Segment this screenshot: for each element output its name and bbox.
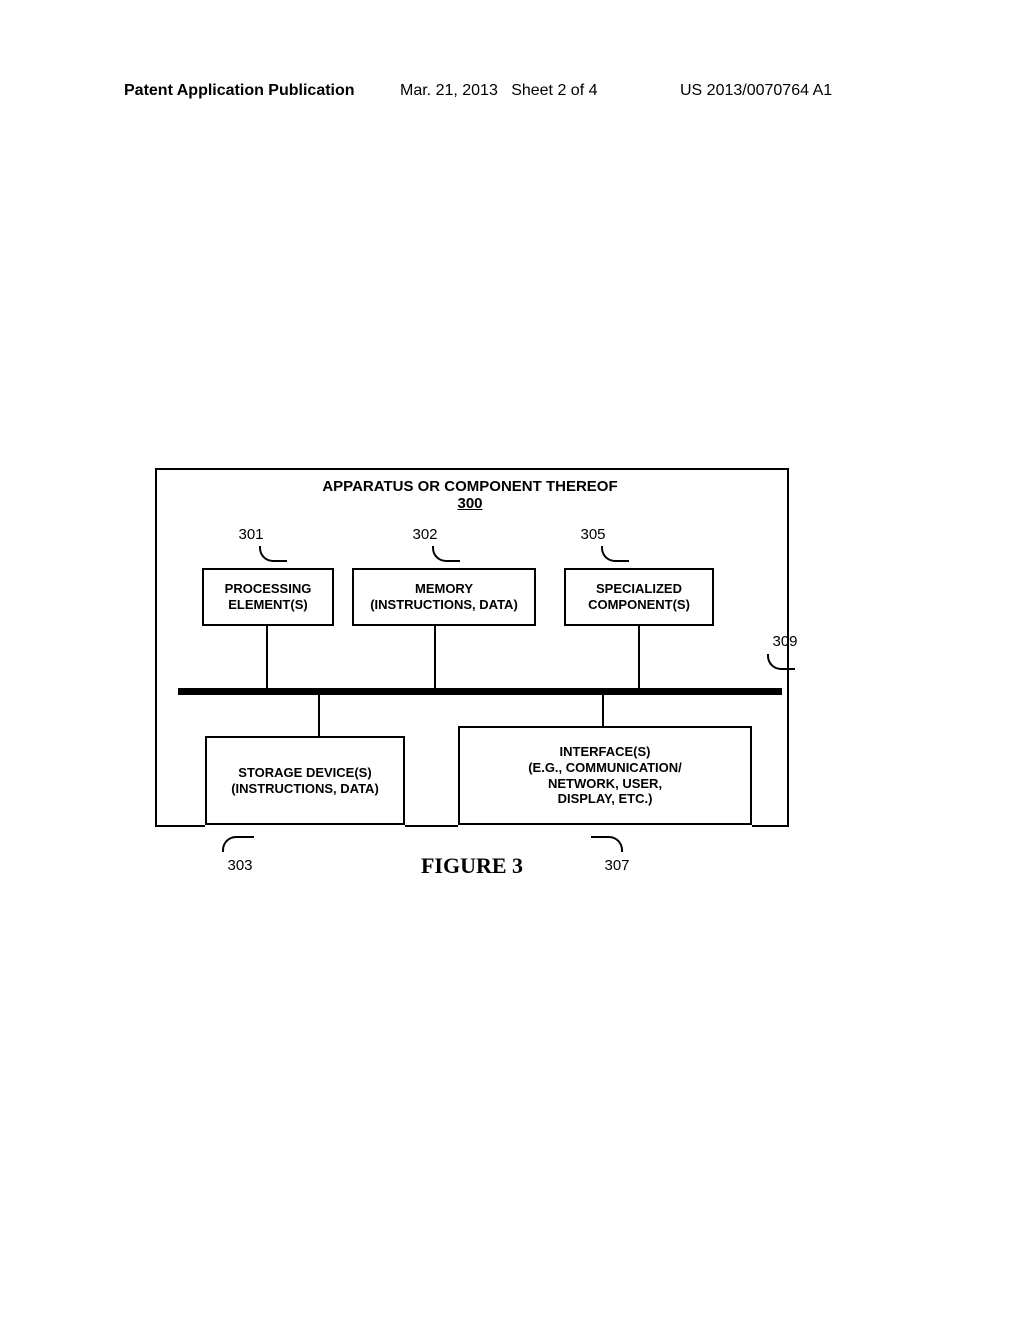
block-label: (INSTRUCTIONS, DATA) (231, 781, 379, 797)
block-label: MEMORY (415, 581, 473, 597)
block-label: COMPONENT(S) (588, 597, 690, 613)
connector-line (602, 695, 604, 726)
apparatus-title-ref: 300 (155, 495, 785, 512)
patent-figure-page: Patent Application Publication Mar. 21, … (0, 0, 1024, 1320)
block-label: (INSTRUCTIONS, DATA) (370, 597, 518, 613)
apparatus-frame-bottom-segment (405, 825, 458, 827)
block-label: INTERFACE(S) (560, 744, 651, 760)
ref-label-303: 303 (215, 857, 265, 874)
block-specialized-components: SPECIALIZED COMPONENT(S) (564, 568, 714, 626)
connector-line (434, 626, 436, 688)
ref-label-307: 307 (592, 857, 642, 874)
header-publication-type: Patent Application Publication (124, 82, 355, 100)
connector-line (266, 626, 268, 688)
apparatus-frame-bottom-segment (155, 825, 205, 827)
leader-hook-icon (222, 836, 254, 852)
block-memory: MEMORY (INSTRUCTIONS, DATA) (352, 568, 536, 626)
header-docnum: US 2013/0070764 A1 (680, 82, 832, 100)
block-label: (E.G., COMMUNICATION/ (528, 760, 682, 776)
header-date-sheet: Mar. 21, 2013 Sheet 2 of 4 (400, 82, 597, 100)
connector-line (318, 695, 320, 736)
header-sheet: Sheet 2 of 4 (511, 82, 597, 99)
ref-label-305: 305 (568, 526, 618, 543)
system-bus-line (178, 688, 782, 695)
apparatus-title: APPARATUS OR COMPONENT THEREOF (155, 478, 785, 495)
page-header: Patent Application Publication Mar. 21, … (0, 82, 1024, 106)
apparatus-frame-bottom-segment (752, 825, 787, 827)
ref-label-309: 309 (760, 633, 810, 650)
connector-line (638, 626, 640, 688)
apparatus-title-block: APPARATUS OR COMPONENT THEREOF 300 (155, 478, 785, 512)
block-label: PROCESSING (225, 581, 312, 597)
header-date: Mar. 21, 2013 (400, 82, 498, 99)
ref-label-301: 301 (226, 526, 276, 543)
block-label: STORAGE DEVICE(S) (238, 765, 371, 781)
block-label: DISPLAY, ETC.) (558, 791, 653, 807)
ref-label-302: 302 (400, 526, 450, 543)
leader-hook-icon (591, 836, 623, 852)
block-interfaces: INTERFACE(S) (E.G., COMMUNICATION/ NETWO… (458, 726, 752, 825)
block-label: NETWORK, USER, (548, 776, 662, 792)
block-label: SPECIALIZED (596, 581, 682, 597)
block-label: ELEMENT(S) (228, 597, 307, 613)
figure-caption: FIGURE 3 (372, 853, 572, 879)
block-storage-devices: STORAGE DEVICE(S) (INSTRUCTIONS, DATA) (205, 736, 405, 825)
block-processing-elements: PROCESSING ELEMENT(S) (202, 568, 334, 626)
